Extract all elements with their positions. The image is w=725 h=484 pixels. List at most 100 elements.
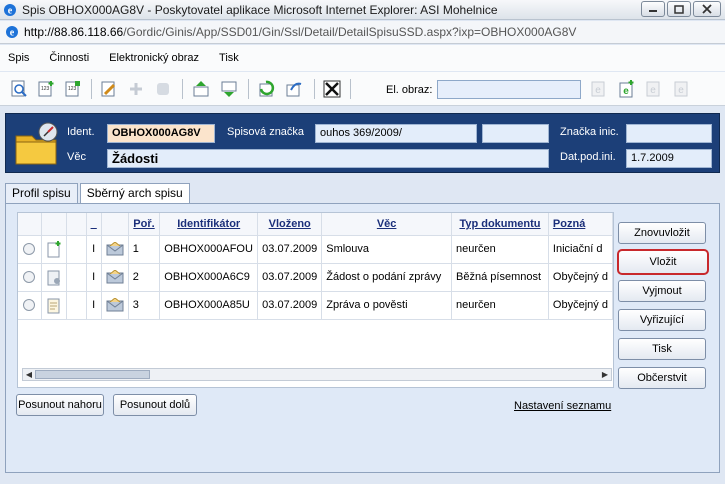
refresh-icon[interactable] — [258, 80, 276, 98]
document-attached-icon — [47, 270, 60, 285]
el-obraz-field[interactable] — [437, 80, 581, 99]
row-select-radio[interactable] — [23, 299, 36, 312]
znovuvlozit-button[interactable]: Znovuvložit — [618, 222, 706, 244]
row-radio[interactable] — [18, 235, 42, 264]
e-doc-icon-disabled[interactable]: e — [644, 80, 662, 98]
row-envelope-cell — [101, 291, 129, 320]
row-flag: I — [86, 263, 102, 292]
svg-text:e: e — [595, 85, 601, 96]
row-doc-cell — [41, 263, 67, 292]
preview-icon[interactable] — [10, 80, 28, 98]
move-down-icon[interactable] — [220, 80, 238, 98]
posunout-dolu-button[interactable]: Posunout dolů — [113, 394, 197, 416]
tab-sberny-arch-spisu[interactable]: Sběrný arch spisu — [79, 183, 190, 204]
row-order: 3 — [128, 291, 161, 320]
toolbar-separator — [248, 79, 249, 99]
e-doc-icon-disabled[interactable]: e — [672, 80, 690, 98]
e-doc-new-icon[interactable]: e — [617, 80, 635, 98]
row-flag: I — [86, 291, 102, 320]
col-typ-dokumentu[interactable]: Typ dokumentu — [451, 213, 549, 236]
url-text: http://88.86.118.66/Gordic/Ginis/App/SSD… — [24, 25, 577, 39]
el-obraz-label: El. obraz: — [386, 84, 433, 96]
row-blank-cell — [66, 291, 87, 320]
row-envelope-cell — [101, 263, 129, 292]
vlozit-button[interactable]: Vložit — [617, 249, 709, 275]
col-envelope — [101, 213, 129, 236]
row-envelope-cell — [101, 235, 129, 264]
close-icon — [702, 4, 712, 14]
col-identifikator[interactable]: Identifikátor — [159, 213, 259, 236]
title-bar: e Spis OBHOX000AG8V - Poskytovatel aplik… — [0, 0, 725, 20]
svg-text:123: 123 — [41, 86, 50, 92]
disabled-icon[interactable] — [154, 80, 172, 98]
svg-text:e: e — [623, 86, 629, 97]
tisk-button[interactable]: Tisk — [618, 338, 706, 360]
svg-text:123: 123 — [68, 86, 77, 92]
spisova-znacka-extra-field — [482, 124, 549, 143]
col-vlozeno[interactable]: Vloženo — [257, 213, 323, 236]
numbered-doc-icon[interactable]: 123 — [64, 80, 82, 98]
move-up-icon[interactable] — [192, 80, 210, 98]
new-numbered-doc-icon[interactable]: 123 — [37, 80, 55, 98]
row-identifier: OBHOX000A85U — [159, 291, 259, 320]
maximize-button[interactable] — [667, 1, 691, 17]
col-poradi[interactable]: Poř. — [128, 213, 161, 236]
row-typ: neurčen — [451, 235, 549, 264]
move-icon[interactable] — [127, 80, 145, 98]
minimize-button[interactable] — [641, 1, 665, 17]
edit-icon[interactable] — [100, 80, 118, 98]
row-select-radio[interactable] — [23, 243, 36, 256]
posunout-nahoru-button[interactable]: Posunout nahoru — [16, 394, 104, 416]
menu-cinnosti[interactable]: Činnosti — [41, 52, 97, 64]
new-document-icon — [47, 240, 61, 257]
tab-profil-spisu[interactable]: Profil spisu — [5, 183, 78, 203]
table-row[interactable]: I 1 OBHOX000AFOU 03.07.2009 Smlouva neur… — [18, 235, 613, 264]
close-window-button[interactable] — [693, 1, 721, 17]
vyjmout-button[interactable]: Vyjmout — [618, 280, 706, 302]
row-radio[interactable] — [18, 263, 42, 292]
col-poznamka[interactable]: Pozná — [548, 213, 613, 236]
col-vec[interactable]: Věc — [321, 213, 453, 236]
menu-spis[interactable]: Spis — [0, 52, 37, 64]
svg-text:e: e — [650, 85, 656, 96]
vyrizujici-button[interactable]: Vyřizující — [618, 309, 706, 331]
ident-field: OBHOX000AG8V — [107, 124, 215, 143]
scroll-thumb[interactable] — [35, 370, 150, 379]
svg-text:e: e — [8, 5, 13, 16]
obcerstvit-button[interactable]: Občerstvit — [618, 367, 706, 389]
row-poznamka: Iniciační d — [548, 235, 613, 264]
send-icon[interactable] — [285, 80, 303, 98]
window-title: Spis OBHOX000AG8V - Poskytovatel aplikac… — [22, 2, 498, 17]
tab-strip: Profil spisu Sběrný arch spisu — [5, 183, 192, 204]
ie-icon: e — [4, 3, 16, 16]
documents-grid: _ Poř. Identifikátor Vloženo Věc Typ dok… — [17, 212, 614, 388]
dat-pod-ini-field: 1.7.2009 — [626, 149, 712, 168]
e-doc-icon-disabled[interactable]: e — [589, 80, 607, 98]
envelope-icon — [106, 242, 124, 256]
page-icon: e — [6, 26, 18, 39]
scroll-left-icon[interactable]: ◀ — [23, 369, 35, 380]
toolbar-separator — [182, 79, 183, 99]
row-radio[interactable] — [18, 291, 42, 320]
row-typ: neurčen — [451, 291, 549, 320]
table-row[interactable]: I 2 OBHOX000A6C9 03.07.2009 Žádost o pod… — [18, 263, 613, 292]
menu-tisk[interactable]: Tisk — [211, 52, 247, 64]
document-icon — [47, 298, 60, 313]
col-flag[interactable]: _ — [86, 213, 102, 236]
znacka-inic-label: Značka inic. — [560, 126, 619, 138]
menu-bar: Spis Činnosti Elektronický obraz Tisk — [0, 45, 725, 71]
table-row[interactable]: I 3 OBHOX000A85U 03.07.2009 Zpráva o pov… — [18, 291, 613, 320]
row-identifier: OBHOX000A6C9 — [159, 263, 259, 292]
table-header-row: _ Poř. Identifikátor Vloženo Věc Typ dok… — [18, 213, 613, 236]
horizontal-scrollbar[interactable]: ◀ ▶ — [22, 368, 612, 381]
ident-label: Ident. — [67, 126, 95, 138]
address-bar[interactable]: e http://88.86.118.66/Gordic/Ginis/App/S… — [0, 21, 725, 44]
toolbar-separator — [350, 79, 351, 99]
close-icon[interactable] — [323, 80, 341, 98]
row-select-radio[interactable] — [23, 271, 36, 284]
documents-table: _ Poř. Identifikátor Vloženo Věc Typ dok… — [18, 213, 613, 320]
scroll-right-icon[interactable]: ▶ — [599, 369, 611, 380]
svg-text:e: e — [10, 28, 15, 39]
menu-elektronicky-obraz[interactable]: Elektronický obraz — [101, 52, 207, 64]
nastaveni-seznamu-link[interactable]: Nastavení seznamu — [514, 400, 611, 412]
